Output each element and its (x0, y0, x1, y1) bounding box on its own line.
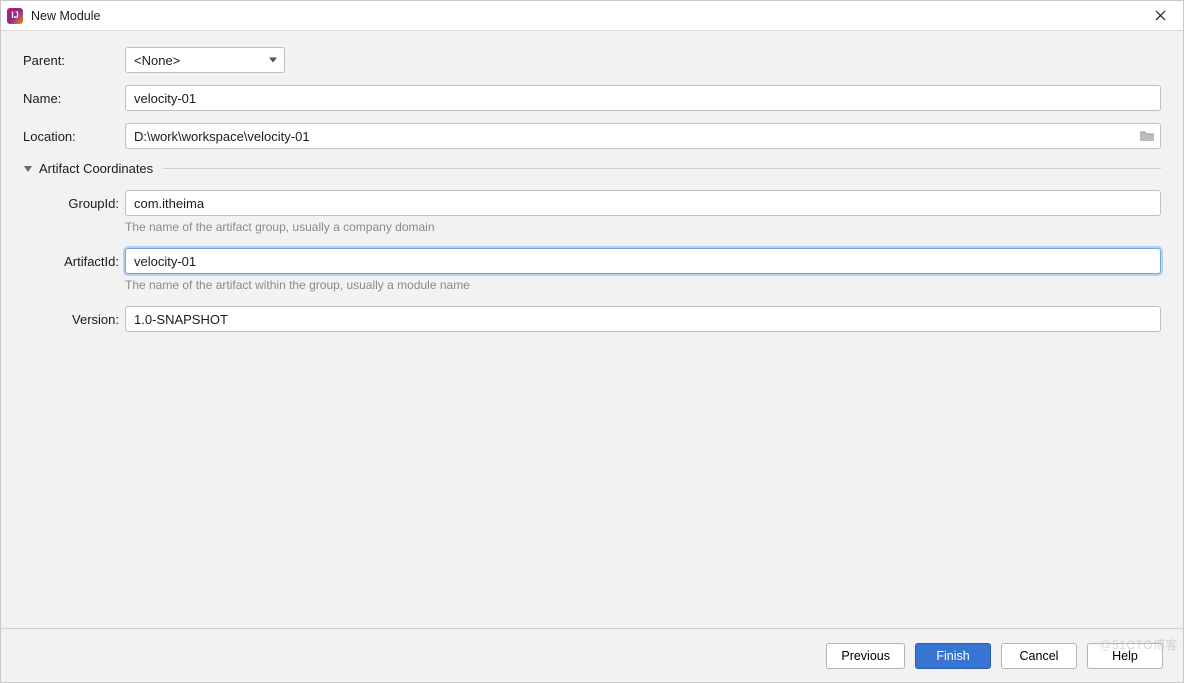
title-bar: IJ New Module (1, 1, 1183, 31)
section-separator (163, 168, 1161, 169)
cancel-button[interactable]: Cancel (1001, 643, 1077, 669)
folder-icon (1139, 129, 1155, 143)
content-area: Parent: <None> Name: Location: (1, 31, 1183, 628)
location-label: Location: (23, 129, 125, 144)
row-name: Name: (23, 85, 1161, 111)
browse-folder-button[interactable] (1139, 129, 1155, 143)
close-icon (1155, 10, 1166, 21)
chevron-down-icon (23, 164, 33, 174)
name-label: Name: (23, 91, 125, 106)
groupid-input[interactable] (125, 190, 1161, 216)
dialog-footer: Previous Finish Cancel Help (1, 628, 1183, 682)
artifactid-hint: The name of the artifact within the grou… (125, 278, 1161, 292)
chevron-down-icon (268, 53, 278, 68)
row-version: Version: (23, 306, 1161, 332)
parent-label: Parent: (23, 53, 125, 68)
name-input[interactable] (125, 85, 1161, 111)
artifact-coordinates-title: Artifact Coordinates (39, 161, 153, 176)
previous-button[interactable]: Previous (826, 643, 905, 669)
row-parent: Parent: <None> (23, 47, 1161, 73)
version-label: Version: (23, 312, 125, 327)
artifactid-input[interactable] (125, 248, 1161, 274)
help-button[interactable]: Help (1087, 643, 1163, 669)
location-input[interactable] (125, 123, 1161, 149)
row-artifactid: ArtifactId: (23, 248, 1161, 274)
artifact-coordinates-toggle[interactable]: Artifact Coordinates (23, 161, 1161, 176)
finish-button[interactable]: Finish (915, 643, 991, 669)
window-title: New Module (31, 9, 100, 23)
parent-combobox-value: <None> (134, 53, 180, 68)
version-input[interactable] (125, 306, 1161, 332)
parent-combobox[interactable]: <None> (125, 47, 285, 73)
groupid-label: GroupId: (23, 196, 125, 211)
groupid-hint: The name of the artifact group, usually … (125, 220, 1161, 234)
artifactid-label: ArtifactId: (23, 254, 125, 269)
intellij-icon: IJ (7, 8, 23, 24)
window-close-button[interactable] (1145, 1, 1175, 31)
row-location: Location: (23, 123, 1161, 149)
row-groupid: GroupId: (23, 190, 1161, 216)
